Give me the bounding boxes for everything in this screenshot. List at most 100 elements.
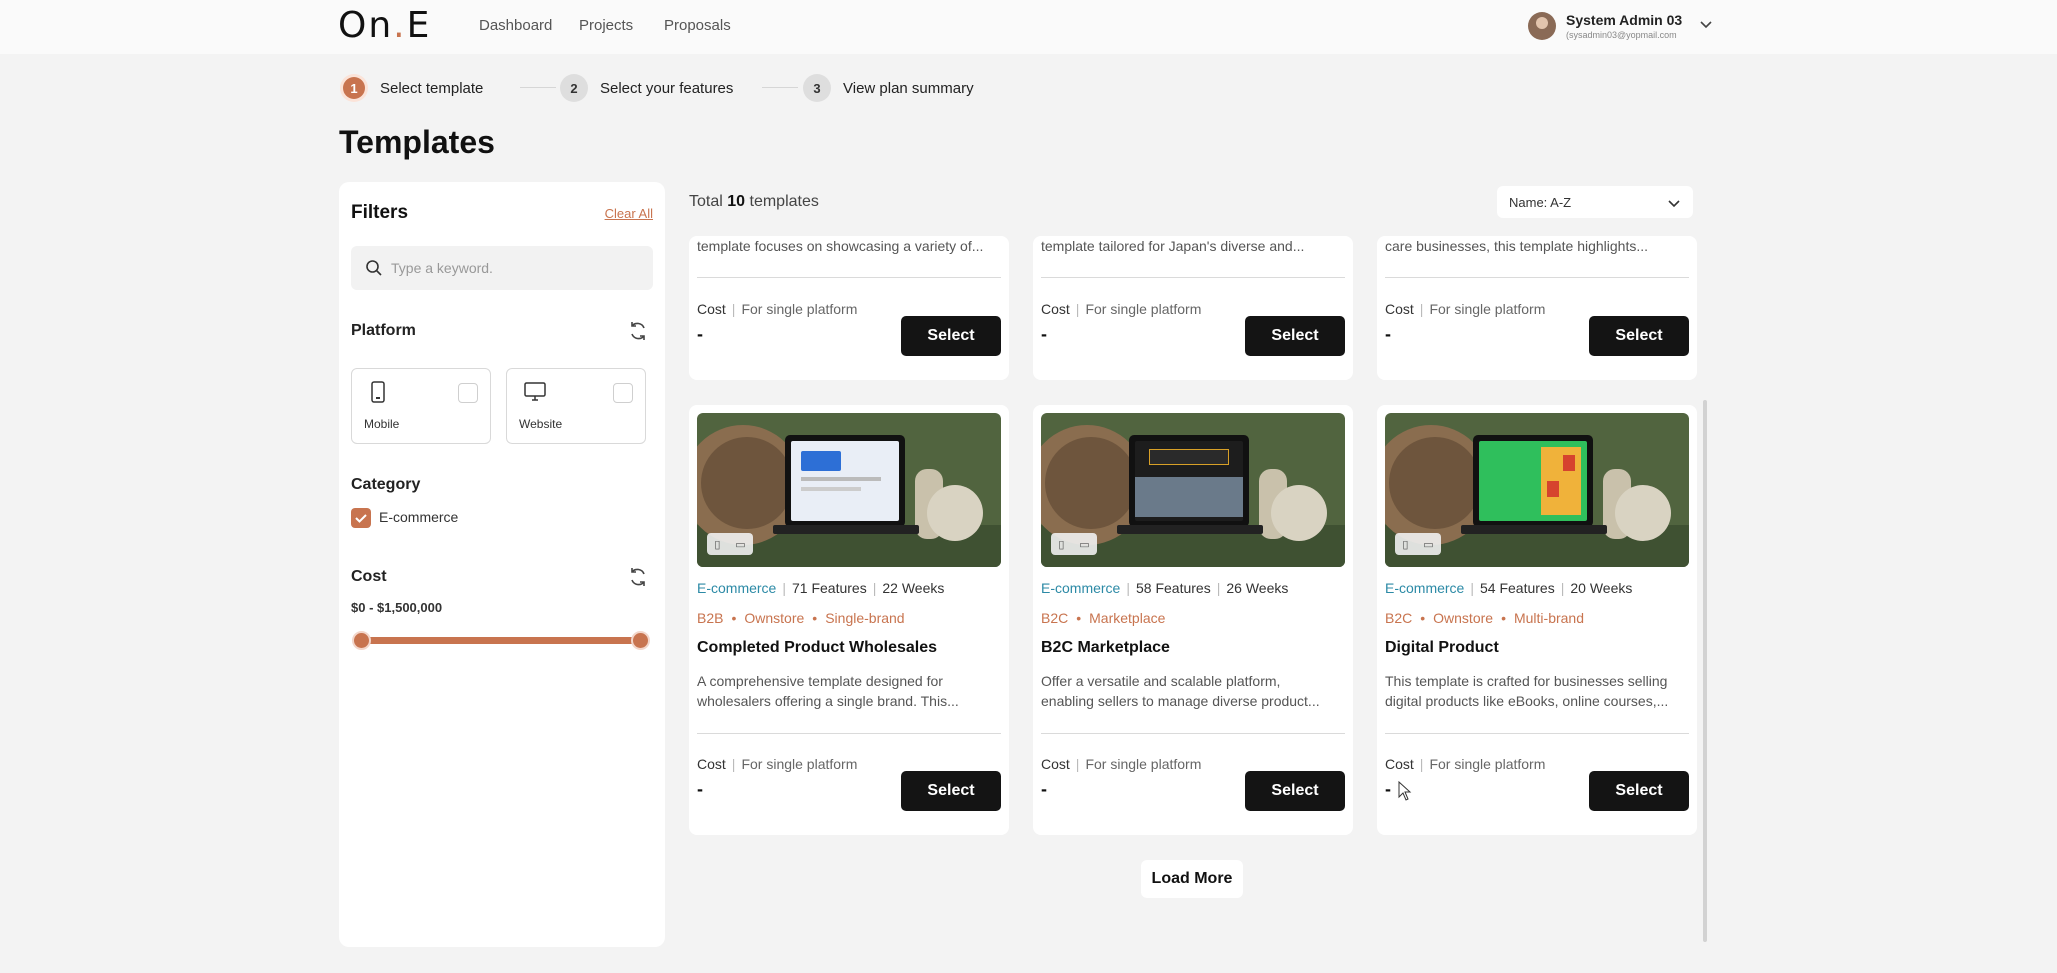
step-label: Select your features <box>600 79 734 97</box>
monitor-icon: ▭ <box>1079 538 1090 551</box>
card-description: Offer a versatile and scalable platform,… <box>1041 673 1320 709</box>
platform-label: Mobile <box>364 417 400 431</box>
card-cost-value: - <box>697 779 703 799</box>
platform-badges: ▯ ▭ <box>1051 533 1097 555</box>
search-input[interactable] <box>391 246 641 290</box>
sort-select[interactable]: Name: A-Z <box>1497 186 1693 218</box>
total-count: Total 10 templates <box>689 193 819 210</box>
card-description: This template is crafted for businesses … <box>1385 673 1669 709</box>
platform-option-website[interactable]: Website <box>506 368 646 444</box>
card-title[interactable]: Digital Product <box>1385 639 1499 657</box>
card-cost-value: - <box>1385 324 1391 344</box>
user-name: System Admin 03 <box>1566 12 1683 28</box>
mobile-icon <box>371 381 385 403</box>
top-navbar: On.E Dashboard Projects Proposals System… <box>0 0 2057 54</box>
template-card: template tailored for Japan's diverse an… <box>1033 236 1353 380</box>
cost-range-text: $0 - $1,500,000 <box>351 600 443 615</box>
keyword-search <box>351 246 653 290</box>
select-button[interactable]: Select <box>901 771 1001 811</box>
card-meta: E-commerce | 71 Features | 22 Weeks <box>697 580 945 596</box>
checkbox[interactable] <box>613 383 633 403</box>
step-label: Select template <box>380 79 484 97</box>
select-button[interactable]: Select <box>1589 771 1689 811</box>
select-button[interactable]: Select <box>1245 771 1345 811</box>
nav-projects[interactable]: Projects <box>579 17 633 34</box>
page-title: Templates <box>339 124 495 160</box>
nav-proposals[interactable]: Proposals <box>664 17 731 34</box>
category-checkbox-ecommerce[interactable] <box>351 508 371 528</box>
mobile-icon: ▯ <box>714 538 721 551</box>
filters-title: Filters <box>351 202 409 223</box>
search-icon <box>366 260 382 276</box>
card-description: template focuses on showcasing a variety… <box>697 238 984 254</box>
platform-title: Platform <box>351 322 416 339</box>
platform-option-mobile[interactable]: Mobile <box>351 368 491 444</box>
category-label: E-commerce <box>379 509 459 525</box>
card-title[interactable]: Completed Product Wholesales <box>697 639 937 657</box>
template-thumbnail[interactable]: ▯ ▭ <box>697 413 1001 567</box>
divider <box>1041 277 1345 278</box>
step-select-template: 1 Select template <box>340 74 483 102</box>
chevron-down-icon[interactable] <box>1698 16 1714 32</box>
nav-dashboard[interactable]: Dashboard <box>479 17 552 34</box>
select-button[interactable]: Select <box>901 316 1001 356</box>
divider <box>1385 733 1689 734</box>
step-label: View plan summary <box>843 79 974 97</box>
card-cost-value: - <box>1041 324 1047 344</box>
cost-title: Cost <box>351 568 387 585</box>
card-cost: Cost | For single platform <box>1385 756 1546 772</box>
step-number: 3 <box>803 74 831 102</box>
card-cost: Cost | For single platform <box>1385 301 1546 317</box>
select-button[interactable]: Select <box>1245 316 1345 356</box>
monitor-icon: ▭ <box>1423 538 1434 551</box>
template-thumbnail[interactable]: ▯ ▭ <box>1041 413 1345 567</box>
template-card: ▯ ▭ E-commerce | 54 Features | 20 Weeks B2C • O… <box>1377 405 1697 835</box>
user-menu[interactable]: System Admin 03 (sysadmin03@yopmail.com <box>1528 10 1718 44</box>
card-cost: Cost | For single platform <box>1041 756 1202 772</box>
card-description: template tailored for Japan's diverse an… <box>1041 238 1305 254</box>
template-card: ▯ ▭ E-commerce | 71 Features | 22 Weeks B2B • O… <box>689 405 1009 835</box>
mouse-cursor-icon <box>1398 781 1412 801</box>
mobile-icon: ▯ <box>1058 538 1065 551</box>
step-divider <box>762 87 798 88</box>
template-card: ▯ ▭ E-commerce | 58 Features | 26 Weeks B2C • M… <box>1033 405 1353 835</box>
step-number: 2 <box>560 74 588 102</box>
divider <box>1385 277 1689 278</box>
platform-badges: ▯ ▭ <box>707 533 753 555</box>
monitor-icon <box>524 382 546 401</box>
cost-slider-max-handle[interactable] <box>631 631 650 650</box>
cost-slider-min-handle[interactable] <box>352 631 371 650</box>
user-email: (sysadmin03@yopmail.com <box>1566 30 1677 40</box>
sort-value: Name: A-Z <box>1509 195 1572 210</box>
platform-label: Website <box>519 417 563 431</box>
card-meta: E-commerce | 58 Features | 26 Weeks <box>1041 580 1289 596</box>
load-more-button[interactable]: Load More <box>1141 860 1243 898</box>
select-button[interactable]: Select <box>1589 316 1689 356</box>
clear-all-link[interactable]: Clear All <box>605 206 653 221</box>
chevron-down-icon <box>1668 200 1680 208</box>
card-tags: B2B • Ownstore • Single-brand <box>697 610 905 626</box>
step-view-plan-summary: 3 View plan summary <box>803 74 974 102</box>
filters-panel: Filters Clear All Platform Mobile Websit… <box>339 182 665 947</box>
platform-badges: ▯ ▭ <box>1395 533 1441 555</box>
card-meta: E-commerce | 54 Features | 20 Weeks <box>1385 580 1633 596</box>
refresh-icon[interactable] <box>627 320 649 342</box>
avatar <box>1528 12 1556 40</box>
card-cost-value: - <box>1041 779 1047 799</box>
checkbox[interactable] <box>458 383 478 403</box>
card-cost: Cost | For single platform <box>697 301 858 317</box>
results-scrollbar[interactable] <box>1703 400 1707 942</box>
card-cost: Cost | For single platform <box>697 756 858 772</box>
card-tags: B2C • Marketplace <box>1041 610 1166 626</box>
divider <box>697 277 1001 278</box>
template-card: template focuses on showcasing a variety… <box>689 236 1009 380</box>
template-thumbnail[interactable]: ▯ ▭ <box>1385 413 1689 567</box>
one-logo[interactable]: On.E <box>338 8 431 44</box>
card-description: care businesses, this template highlight… <box>1385 238 1649 254</box>
card-title[interactable]: B2C Marketplace <box>1041 639 1170 657</box>
refresh-icon[interactable] <box>627 566 649 588</box>
template-card: care businesses, this template highlight… <box>1377 236 1697 380</box>
check-icon <box>355 514 367 523</box>
card-tags: B2C • Ownstore • Multi-brand <box>1385 610 1584 626</box>
step-number: 1 <box>340 74 368 102</box>
